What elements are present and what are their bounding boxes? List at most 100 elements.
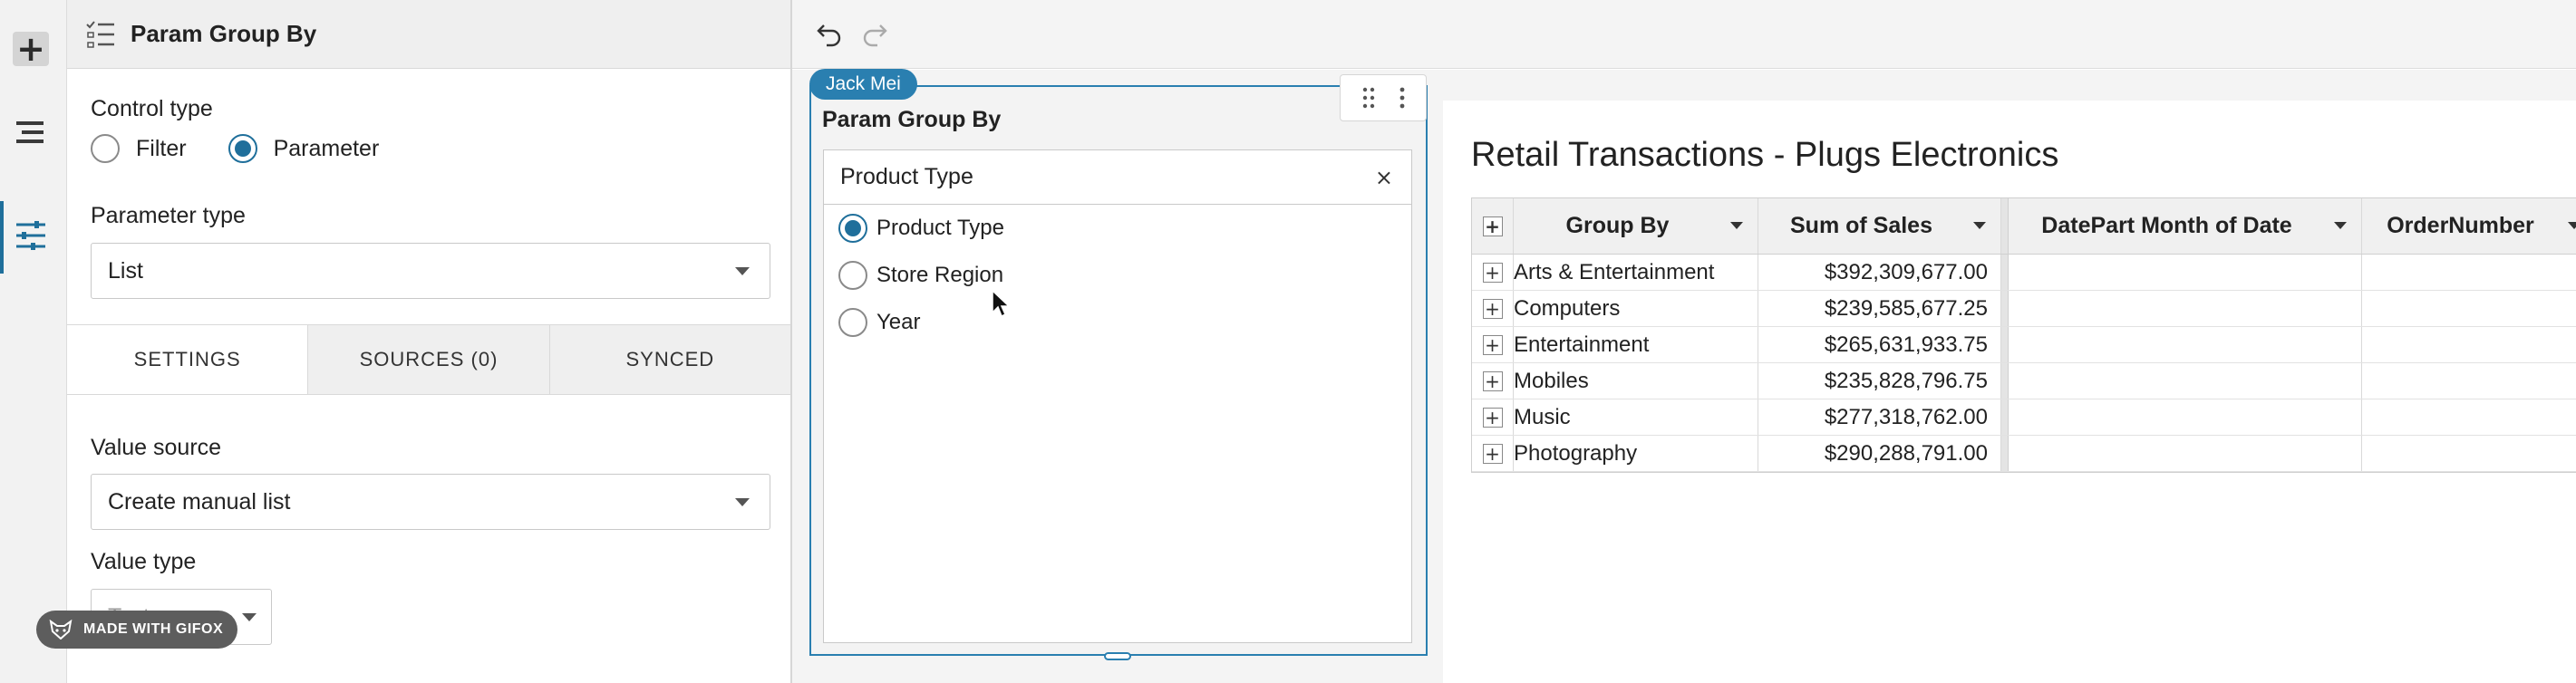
date-cell: [2009, 436, 2362, 471]
resize-handle[interactable]: [1104, 652, 1131, 660]
column-menu-icon[interactable]: [1730, 222, 1743, 229]
control-type-radio-group: Filter Parameter: [91, 134, 421, 163]
expand-cell[interactable]: +: [1472, 399, 1514, 435]
add-element-button[interactable]: +: [11, 29, 51, 69]
layers-icon: [16, 121, 44, 143]
column-header-datepart-month[interactable]: DatePart Month of Date: [2009, 198, 2362, 254]
plus-icon[interactable]: +: [1482, 370, 1503, 391]
table-row[interactable]: + Music $277,318,762.00: [1472, 399, 2576, 436]
plus-icon[interactable]: +: [1482, 334, 1503, 355]
table-row[interactable]: + Entertainment $265,631,933.75: [1472, 327, 2576, 363]
order-cell: [2362, 327, 2576, 362]
filter-radio-label[interactable]: Filter: [136, 136, 187, 162]
column-divider: [2001, 363, 2009, 399]
column-header-label: Group By: [1565, 213, 1670, 238]
group-cell: Photography: [1514, 436, 1758, 471]
parameter-type-label: Parameter type: [91, 203, 246, 228]
active-indicator: [0, 201, 4, 274]
option-product-type[interactable]: Product Type: [838, 214, 1046, 243]
plus-icon: +: [13, 32, 49, 66]
date-cell: [2009, 255, 2362, 290]
column-header-sum-of-sales[interactable]: Sum of Sales: [1758, 198, 2001, 254]
tab-synced[interactable]: SYNCED: [548, 325, 790, 394]
parameter-type-select[interactable]: List: [91, 243, 770, 299]
left-icon-rail: +: [0, 0, 67, 683]
column-header-label: OrderNumber: [2387, 213, 2534, 238]
sales-cell: $265,631,933.75: [1758, 327, 2001, 362]
option-radio[interactable]: [838, 308, 867, 337]
redo-button[interactable]: [857, 18, 892, 51]
mouse-cursor-icon: [992, 290, 1011, 318]
tab-sources[interactable]: SOURCES (0): [307, 325, 549, 394]
column-header-ordernumber[interactable]: OrderNumber: [2362, 198, 2576, 254]
plus-icon[interactable]: +: [1482, 443, 1503, 464]
column-header-label: DatePart Month of Date: [2041, 213, 2292, 238]
collaborator-tag: Jack Mei: [809, 69, 917, 100]
option-label: Year: [876, 310, 921, 334]
option-radio[interactable]: [838, 214, 867, 243]
tab-settings[interactable]: SETTINGS: [67, 325, 308, 394]
expand-cell[interactable]: +: [1472, 436, 1514, 471]
parameter-list-control: Product Type × Product Type Store Region…: [823, 149, 1412, 643]
group-cell: Mobiles: [1514, 363, 1758, 399]
clear-icon[interactable]: ×: [1375, 165, 1393, 190]
sales-cell: $239,585,677.25: [1758, 291, 2001, 326]
group-cell: Arts & Entertainment: [1514, 255, 1758, 290]
more-menu-icon[interactable]: [1399, 86, 1406, 110]
expand-cell[interactable]: +: [1472, 255, 1514, 290]
control-type-label: Control type: [91, 96, 213, 121]
filter-radio[interactable]: [91, 134, 120, 163]
date-cell: [2009, 327, 2362, 362]
plus-icon[interactable]: +: [1482, 298, 1503, 319]
panel-header: Param Group By: [67, 0, 790, 69]
table-row[interactable]: + Arts & Entertainment $392,309,677.00: [1472, 255, 2576, 291]
option-label: Store Region: [876, 263, 1004, 287]
panel-tabs: SETTINGS SOURCES (0) SYNCED: [67, 324, 790, 395]
element-properties-button[interactable]: [11, 216, 51, 255]
date-cell: [2009, 363, 2362, 399]
top-toolbar: [792, 0, 2576, 69]
drag-handle-icon[interactable]: [1361, 86, 1376, 110]
value-source-label: Value source: [91, 435, 222, 460]
plus-icon[interactable]: +: [1482, 262, 1503, 283]
column-header-group-by[interactable]: Group By: [1514, 198, 1758, 254]
option-radio[interactable]: [838, 261, 867, 290]
table-row[interactable]: + Mobiles $235,828,796.75: [1472, 363, 2576, 399]
column-menu-icon[interactable]: [2334, 222, 2347, 229]
option-store-region[interactable]: Store Region: [838, 261, 1045, 290]
layers-button[interactable]: [11, 112, 51, 152]
sliders-icon: [16, 221, 45, 250]
expand-cell[interactable]: +: [1472, 363, 1514, 399]
sales-cell: $392,309,677.00: [1758, 255, 2001, 290]
column-divider: [2001, 255, 2009, 290]
sales-cell: $235,828,796.75: [1758, 363, 2001, 399]
plus-icon[interactable]: +: [1482, 407, 1503, 428]
option-year[interactable]: Year: [838, 308, 963, 337]
table-row[interactable]: + Computers $239,585,677.25: [1472, 291, 2576, 327]
gifox-watermark: MADE WITH GIFOX: [36, 611, 238, 649]
value-source-select[interactable]: Create manual list: [91, 474, 770, 530]
sales-cell: $277,318,762.00: [1758, 399, 2001, 435]
order-cell: [2362, 255, 2576, 290]
column-menu-icon[interactable]: [2568, 222, 2576, 229]
parameter-radio-label[interactable]: Parameter: [274, 136, 380, 162]
panel-title: Param Group By: [131, 20, 317, 47]
table-row[interactable]: + Photography $290,288,791.00: [1472, 436, 2576, 472]
chevron-down-icon: [242, 613, 257, 621]
card-toolbar: [1340, 74, 1427, 121]
parameter-selected-value[interactable]: Product Type ×: [824, 150, 1411, 205]
undo-icon: [817, 24, 841, 47]
undo-button[interactable]: [812, 18, 847, 51]
expand-all-cell[interactable]: +: [1472, 198, 1514, 254]
table-header-row: + Group By Sum of Sales DatePart Month o…: [1472, 198, 2576, 255]
chevron-down-icon: [735, 498, 750, 506]
plus-icon[interactable]: +: [1482, 216, 1503, 236]
expand-cell[interactable]: +: [1472, 291, 1514, 326]
column-menu-icon[interactable]: [1973, 222, 1986, 229]
parameter-type-value: List: [108, 257, 143, 284]
column-divider: [2001, 198, 2009, 254]
parameter-radio[interactable]: [228, 134, 257, 163]
expand-cell[interactable]: +: [1472, 327, 1514, 362]
value-type-label: Value type: [91, 549, 197, 574]
order-cell: [2362, 436, 2576, 471]
